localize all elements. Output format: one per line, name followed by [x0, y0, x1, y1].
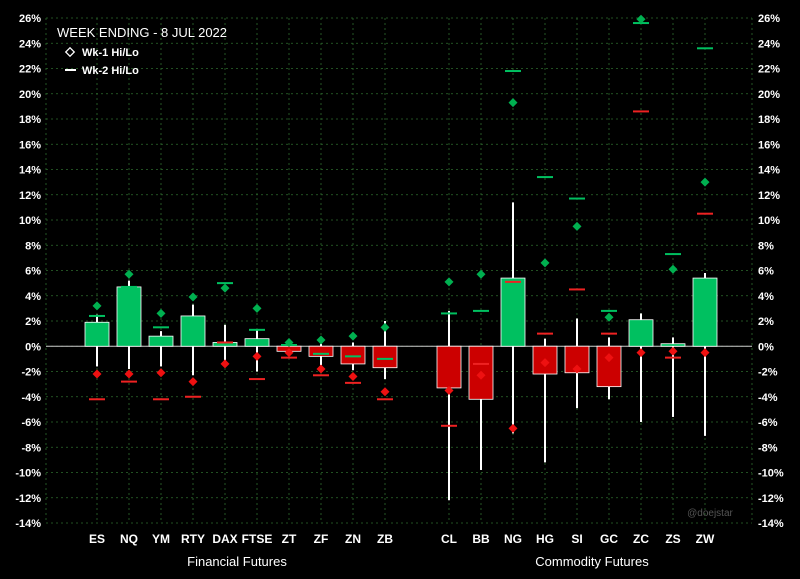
y-tick-label-left: 26%: [19, 13, 41, 25]
y-tick-label-left: 14%: [19, 165, 41, 177]
y-tick-label-right: -12%: [758, 493, 784, 505]
x-tick-label: HG: [536, 532, 554, 546]
bar-body: [148, 335, 174, 347]
y-tick-label-left: 20%: [19, 89, 41, 101]
x-tick-label: ZS: [665, 532, 680, 546]
y-tick-label-left: -2%: [21, 367, 41, 379]
bar-body: [244, 338, 270, 347]
x-tick-label: ZT: [282, 532, 297, 546]
x-tick-label: ZN: [345, 532, 361, 546]
x-tick-label: ZC: [633, 532, 649, 546]
legend-label-wk1: Wk-1 Hi/Lo: [82, 47, 139, 59]
legend-label-wk2: Wk-2 Hi/Lo: [82, 65, 139, 77]
y-tick-label-right: 20%: [758, 89, 780, 101]
x-tick-label: YM: [152, 532, 170, 546]
y-tick-label-left: 12%: [19, 190, 41, 202]
x-tick-label: ZF: [314, 532, 329, 546]
y-tick-label-right: 6%: [758, 266, 774, 278]
bar-body: [116, 286, 142, 347]
y-tick-label-right: 18%: [758, 114, 780, 126]
y-tick-label-right: 26%: [758, 13, 780, 25]
bar-body: [372, 345, 398, 369]
y-tick-label-right: -14%: [758, 518, 784, 530]
bar-body: [436, 345, 462, 389]
y-tick-label-right: -10%: [758, 468, 784, 480]
bar-body: [692, 277, 718, 347]
y-tick-label-left: -8%: [21, 442, 41, 454]
y-tick-label-right: 2%: [758, 316, 774, 328]
bar-body: [628, 319, 654, 347]
x-tick-label: RTY: [181, 532, 205, 546]
y-tick-label-right: 4%: [758, 291, 774, 303]
x-tick-label: ZW: [696, 532, 715, 546]
y-tick-label-left: 2%: [25, 316, 41, 328]
x-tick-label: BB: [472, 532, 490, 546]
y-tick-label-left: 10%: [19, 215, 41, 227]
bar-body: [340, 345, 366, 365]
y-tick-label-left: -14%: [15, 518, 41, 530]
y-tick-label-right: -4%: [758, 392, 778, 404]
bar-body: [308, 345, 334, 357]
y-tick-label-right: 10%: [758, 215, 780, 227]
bar-body: [596, 345, 622, 388]
bar-body: [500, 277, 526, 347]
x-tick-label: NG: [504, 532, 522, 546]
bar-body: [660, 343, 686, 347]
x-tick-label: GC: [600, 532, 618, 546]
y-tick-label-right: 14%: [758, 165, 780, 177]
y-tick-label-right: -8%: [758, 442, 778, 454]
y-tick-label-left: 4%: [25, 291, 41, 303]
y-tick-label-right: 22%: [758, 64, 780, 76]
y-tick-label-right: 12%: [758, 190, 780, 202]
y-tick-label-right: -2%: [758, 367, 778, 379]
x-tick-label: SI: [571, 532, 582, 546]
candlestick-chart: 26% 24% 22% 20% 18% 16% 14% 12% 10% 8% 6% 4% 2% 0% -2%…: [0, 0, 800, 574]
y-tick-label-right: 24%: [758, 38, 780, 50]
y-tick-label-right: 0%: [758, 341, 774, 353]
y-tick-label-left: 18%: [19, 114, 41, 126]
y-tick-label-left: 16%: [19, 139, 41, 151]
y-tick-label-left: 6%: [25, 266, 41, 278]
x-tick-label: FTSE: [242, 532, 273, 546]
watermark: @doejstar: [687, 508, 733, 519]
y-tick-label-right: 16%: [758, 139, 780, 151]
y-tick-label-left: -10%: [15, 468, 41, 480]
y-tick-label-right: 8%: [758, 240, 774, 252]
chart-container: 26% 24% 22% 20% 18% 16% 14% 12% 10% 8% 6% 4% 2% 0% -2%…: [0, 0, 800, 574]
x-tick-label: NQ: [120, 532, 138, 546]
x-tick-label: ES: [89, 532, 105, 546]
x-tick-label: CL: [441, 532, 457, 546]
x-tick-label: ZB: [377, 532, 393, 546]
y-tick-label-right: -6%: [758, 417, 778, 429]
group-label-financial: Financial Futures: [187, 554, 287, 569]
y-tick-label-left: 22%: [19, 64, 41, 76]
x-tick-label: DAX: [212, 532, 237, 546]
chart-title: WEEK ENDING - 8 JUL 2022: [57, 25, 227, 40]
y-tick-label-left: -12%: [15, 493, 41, 505]
group-label-commodity: Commodity Futures: [535, 554, 649, 569]
y-tick-label-left: 24%: [19, 38, 41, 50]
y-tick-label-left: -4%: [21, 392, 41, 404]
y-tick-label-left: 0%: [25, 341, 41, 353]
bar-body: [84, 321, 110, 347]
y-tick-label-left: -6%: [21, 417, 41, 429]
y-tick-label-left: 8%: [25, 240, 41, 252]
